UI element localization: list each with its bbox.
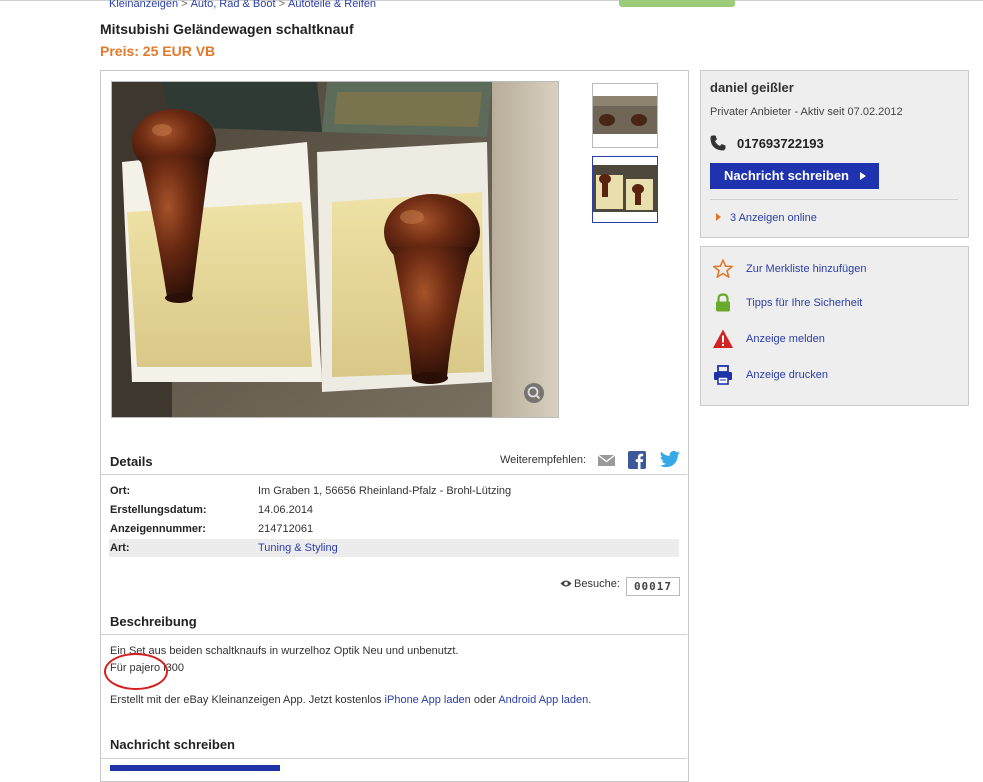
ads-online-label[interactable]: 3 Anzeigen online bbox=[730, 212, 817, 224]
safety-tips-link[interactable]: Tipps für Ihre Sicherheit bbox=[746, 297, 862, 309]
detail-row-category: Art: Tuning & Styling bbox=[109, 539, 679, 557]
zoom-icon[interactable] bbox=[524, 383, 544, 403]
detail-row-ort: Ort: Im Graben 1, 56656 Rheinland-Pfalz … bbox=[109, 482, 679, 500]
header-green-tab[interactable] bbox=[619, 0, 735, 7]
details-divider bbox=[101, 474, 687, 475]
breadcrumb-separator: > bbox=[278, 0, 285, 10]
detail-value-date: 14.06.2014 bbox=[258, 504, 314, 516]
message-button[interactable]: Nachricht schreiben bbox=[710, 163, 879, 189]
print-ad-link[interactable]: Anzeige drucken bbox=[746, 369, 828, 381]
arrow-right-icon bbox=[860, 172, 866, 180]
thumbnail-image bbox=[593, 157, 657, 222]
lock-icon bbox=[712, 292, 734, 314]
message-form-button[interactable] bbox=[110, 765, 280, 771]
price-label: Preis: 25 EUR VB bbox=[100, 43, 216, 59]
breadcrumb-item-kleinanzeigen[interactable]: Kleinanzeigen bbox=[109, 0, 178, 10]
detail-label: Ort: bbox=[110, 485, 131, 497]
thumbnail-2[interactable] bbox=[592, 156, 658, 223]
category-link[interactable]: Tuning & Styling bbox=[258, 542, 338, 554]
visits-text: Besuche: bbox=[574, 578, 620, 590]
app-promo-prefix: Erstellt mit der eBay Kleinanzeigen App.… bbox=[110, 694, 385, 706]
detail-label: Art: bbox=[110, 542, 130, 554]
visits-label: Besuche: bbox=[560, 578, 620, 590]
detail-value-ad-number: 214712061 bbox=[258, 523, 314, 535]
phone-number[interactable]: 017693722193 bbox=[737, 136, 824, 151]
add-to-watchlist-link[interactable]: Zur Merkliste hinzufügen bbox=[746, 263, 866, 275]
visits-counter: 00017 bbox=[626, 577, 680, 596]
app-promo-suffix: . bbox=[588, 694, 592, 706]
phone-icon bbox=[709, 134, 727, 152]
thumbnail-1[interactable] bbox=[592, 83, 658, 148]
report-ad-action[interactable]: Anzeige melden bbox=[712, 328, 962, 352]
detail-value-location: Im Graben 1, 56656 Rheinland-Pfalz - Bro… bbox=[258, 485, 512, 497]
star-icon bbox=[712, 258, 734, 280]
add-to-watchlist-action[interactable]: Zur Merkliste hinzufügen bbox=[712, 258, 962, 282]
breadcrumb-item-auto-rad-boot[interactable]: Auto, Rad & Boot bbox=[191, 0, 276, 10]
details-heading: Details bbox=[110, 454, 153, 469]
orange-arrow-icon bbox=[716, 213, 721, 221]
twitter-icon[interactable] bbox=[659, 450, 681, 470]
app-promo-middle: oder bbox=[470, 694, 499, 706]
breadcrumb-separator: > bbox=[181, 0, 188, 10]
message-divider bbox=[101, 758, 687, 759]
detail-label: Erstellungsdatum: bbox=[110, 504, 207, 516]
facebook-icon[interactable] bbox=[628, 451, 646, 469]
message-button-label: Nachricht schreiben bbox=[724, 168, 849, 183]
detail-row-ad-number: Anzeigennummer: 214712061 bbox=[109, 520, 679, 538]
detail-row-date: Erstellungsdatum: 14.06.2014 bbox=[109, 501, 679, 519]
safety-tips-action[interactable]: Tipps für Ihre Sicherheit bbox=[712, 292, 962, 316]
print-ad-action[interactable]: Anzeige drucken bbox=[712, 364, 962, 388]
main-image[interactable] bbox=[111, 81, 559, 418]
thumbnail-image bbox=[593, 84, 657, 147]
message-section-heading: Nachricht schreiben bbox=[110, 737, 235, 752]
warning-icon bbox=[712, 328, 734, 350]
description-divider bbox=[101, 634, 687, 635]
printer-icon bbox=[712, 364, 734, 386]
app-promo-text: Erstellt mit der eBay Kleinanzeigen App.… bbox=[110, 694, 591, 706]
gear-knobs-photo bbox=[112, 82, 558, 417]
android-app-link[interactable]: Android App laden bbox=[498, 694, 588, 706]
detail-label: Anzeigennummer: bbox=[110, 523, 206, 535]
description-line-1: Ein Set aus beiden schaltknaufs in wurze… bbox=[110, 645, 459, 657]
red-highlight-circle bbox=[104, 653, 168, 690]
email-icon[interactable] bbox=[597, 452, 617, 468]
report-ad-link[interactable]: Anzeige melden bbox=[746, 333, 825, 345]
description-heading: Beschreibung bbox=[110, 614, 197, 629]
seller-info: Privater Anbieter - Aktiv seit 07.02.201… bbox=[710, 106, 903, 118]
seller-divider bbox=[710, 199, 958, 200]
iphone-app-link[interactable]: iPhone App laden bbox=[385, 694, 471, 706]
eye-icon bbox=[560, 580, 572, 587]
ads-online-link[interactable]: 3 Anzeigen online bbox=[716, 212, 817, 224]
page-title: Mitsubishi Geländewagen schaltknauf bbox=[100, 21, 354, 37]
breadcrumb: Kleinanzeigen > Auto, Rad & Boot > Autoteile… bbox=[109, 0, 376, 10]
share-label: Weiterempfehlen: bbox=[500, 454, 587, 466]
seller-name: daniel geißler bbox=[710, 80, 794, 95]
breadcrumb-item-autoteile-reifen[interactable]: Autoteile & Reifen bbox=[288, 0, 376, 10]
